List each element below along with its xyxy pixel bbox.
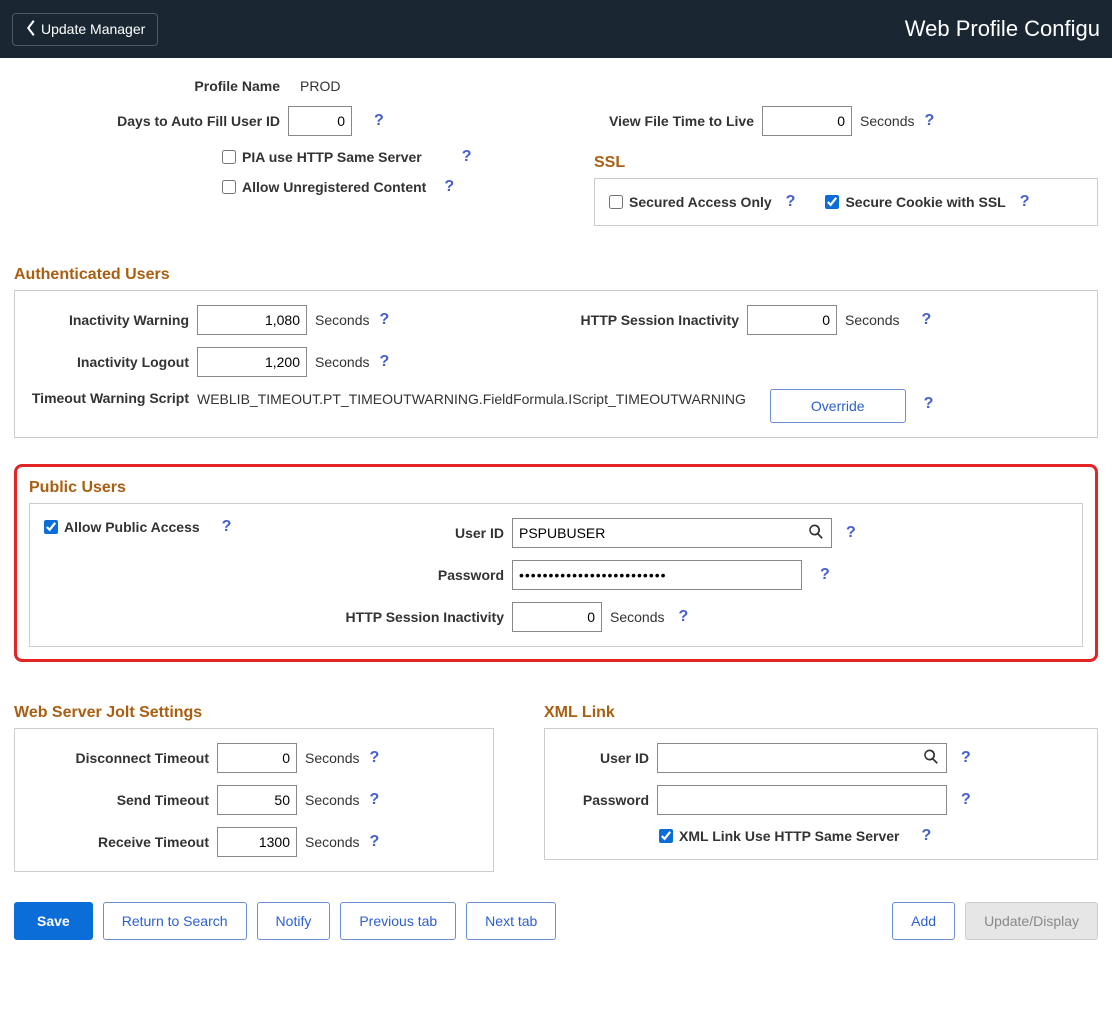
timeout-script-value: WEBLIB_TIMEOUT.PT_TIMEOUTWARNING.FieldFo…	[197, 391, 746, 407]
help-icon[interactable]: ?	[820, 566, 830, 584]
auth-users-title: Authenticated Users	[14, 266, 1098, 284]
allow-unreg-label: Allow Unregistered Content	[242, 179, 426, 195]
help-icon[interactable]: ?	[444, 178, 454, 196]
public-password-input[interactable]	[512, 560, 802, 590]
public-http-session-input[interactable]	[512, 602, 602, 632]
seconds-label: Seconds	[610, 609, 664, 625]
secured-access-checkbox[interactable]	[609, 195, 623, 209]
return-search-button[interactable]: Return to Search	[103, 902, 247, 940]
help-icon[interactable]: ?	[369, 749, 379, 767]
back-button[interactable]: Update Manager	[12, 13, 158, 46]
public-users-title: Public Users	[29, 479, 1083, 497]
send-timeout-input[interactable]	[217, 785, 297, 815]
public-users-highlight: Public Users Allow Public Access ? User …	[14, 464, 1098, 662]
search-icon[interactable]	[923, 749, 939, 768]
allow-unreg-checkbox[interactable]	[222, 180, 236, 194]
override-button[interactable]: Override	[770, 389, 906, 423]
help-icon[interactable]: ?	[961, 791, 971, 809]
app-header: Update Manager Web Profile Configu	[0, 0, 1112, 58]
help-icon[interactable]: ?	[846, 524, 856, 542]
public-user-id-input[interactable]	[512, 518, 832, 548]
inactivity-logout-label: Inactivity Logout	[29, 354, 189, 370]
help-icon[interactable]: ?	[786, 193, 796, 211]
help-icon[interactable]: ?	[462, 148, 472, 166]
help-icon[interactable]: ?	[921, 311, 931, 329]
disconnect-timeout-label: Disconnect Timeout	[29, 750, 209, 766]
http-session-input[interactable]	[747, 305, 837, 335]
pia-same-server-checkbox[interactable]	[222, 150, 236, 164]
seconds-label: Seconds	[305, 792, 359, 808]
receive-timeout-label: Receive Timeout	[29, 834, 209, 850]
secure-cookie-label: Secure Cookie with SSL	[845, 194, 1005, 210]
public-user-id-label: User ID	[344, 525, 504, 541]
public-http-session-label: HTTP Session Inactivity	[344, 609, 504, 625]
xml-password-label: Password	[559, 792, 649, 808]
seconds-label: Seconds	[860, 113, 914, 129]
help-icon[interactable]: ?	[222, 518, 232, 536]
chevron-left-icon	[25, 20, 35, 39]
xml-link-section: XML Link User ID ? Password ?	[544, 686, 1098, 872]
profile-name-label: Profile Name	[14, 78, 280, 94]
help-icon[interactable]: ?	[369, 833, 379, 851]
previous-tab-button[interactable]: Previous tab	[340, 902, 456, 940]
help-icon[interactable]: ?	[379, 311, 389, 329]
allow-public-label: Allow Public Access	[64, 519, 200, 535]
update-display-button: Update/Display	[965, 902, 1098, 940]
help-icon[interactable]: ?	[369, 791, 379, 809]
help-icon[interactable]: ?	[924, 395, 934, 413]
xml-same-server-checkbox[interactable]	[659, 829, 673, 843]
inactivity-logout-input[interactable]	[197, 347, 307, 377]
public-users-box: Allow Public Access ? User ID ?	[29, 503, 1083, 647]
receive-timeout-input[interactable]	[217, 827, 297, 857]
xml-same-server-label: XML Link Use HTTP Same Server	[679, 828, 899, 844]
seconds-label: Seconds	[305, 834, 359, 850]
xml-user-id-input[interactable]	[657, 743, 947, 773]
help-icon[interactable]: ?	[1020, 193, 1030, 211]
seconds-label: Seconds	[315, 354, 369, 370]
help-icon[interactable]: ?	[924, 112, 934, 130]
help-icon[interactable]: ?	[921, 827, 931, 845]
page-content: Profile Name PROD Days to Auto Fill User…	[0, 58, 1112, 970]
jolt-title: Web Server Jolt Settings	[14, 704, 494, 722]
save-button[interactable]: Save	[14, 902, 93, 940]
auth-users-box: Inactivity Warning Seconds ? Inactivity …	[14, 290, 1098, 438]
back-button-label: Update Manager	[41, 21, 145, 37]
page-title: Web Profile Configu	[905, 16, 1100, 42]
seconds-label: Seconds	[315, 312, 369, 328]
profile-name-value: PROD	[300, 78, 340, 94]
secured-access-label: Secured Access Only	[629, 194, 772, 210]
http-session-label: HTTP Session Inactivity	[549, 312, 739, 328]
ssl-box: Secured Access Only ? Secure Cookie with…	[594, 178, 1098, 226]
help-icon[interactable]: ?	[961, 749, 971, 767]
next-tab-button[interactable]: Next tab	[466, 902, 556, 940]
search-icon[interactable]	[808, 524, 824, 543]
xml-user-id-label: User ID	[559, 750, 649, 766]
footer-toolbar: Save Return to Search Notify Previous ta…	[14, 902, 1098, 940]
inactivity-warning-input[interactable]	[197, 305, 307, 335]
xml-link-title: XML Link	[544, 704, 1098, 722]
view-file-ttl-input[interactable]	[762, 106, 852, 136]
help-icon[interactable]: ?	[374, 112, 384, 130]
help-icon[interactable]: ?	[379, 353, 389, 371]
view-file-ttl-label: View File Time to Live	[594, 113, 754, 129]
jolt-section: Web Server Jolt Settings Disconnect Time…	[14, 686, 494, 872]
send-timeout-label: Send Timeout	[29, 792, 209, 808]
notify-button[interactable]: Notify	[257, 902, 331, 940]
ssl-section-title: SSL	[594, 154, 1098, 172]
days-autofill-label: Days to Auto Fill User ID	[14, 113, 280, 129]
allow-public-checkbox[interactable]	[44, 520, 58, 534]
add-button[interactable]: Add	[892, 902, 955, 940]
disconnect-timeout-input[interactable]	[217, 743, 297, 773]
help-icon[interactable]: ?	[678, 608, 688, 626]
timeout-script-label: Timeout Warning Script	[29, 389, 189, 407]
pia-same-server-label: PIA use HTTP Same Server	[242, 149, 422, 165]
seconds-label: Seconds	[845, 312, 899, 328]
public-password-label: Password	[344, 567, 504, 583]
inactivity-warning-label: Inactivity Warning	[29, 312, 189, 328]
seconds-label: Seconds	[305, 750, 359, 766]
xml-password-input[interactable]	[657, 785, 947, 815]
days-autofill-input[interactable]	[288, 106, 352, 136]
secure-cookie-checkbox[interactable]	[825, 195, 839, 209]
